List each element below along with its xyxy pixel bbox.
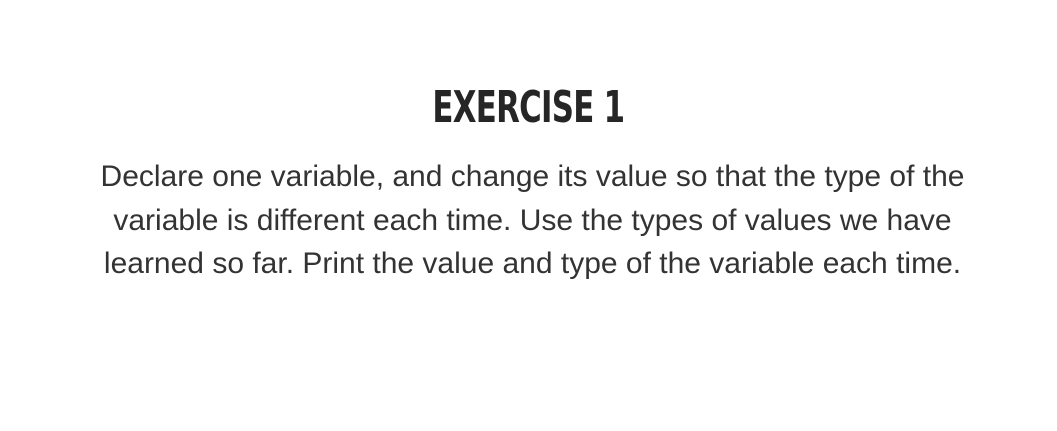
exercise-slide: EXERCISE 1 Declare one variable, and cha… [0,0,1057,431]
exercise-title: EXERCISE 1 [432,82,625,133]
exercise-instructions: Declare one variable, and change its val… [100,160,965,280]
